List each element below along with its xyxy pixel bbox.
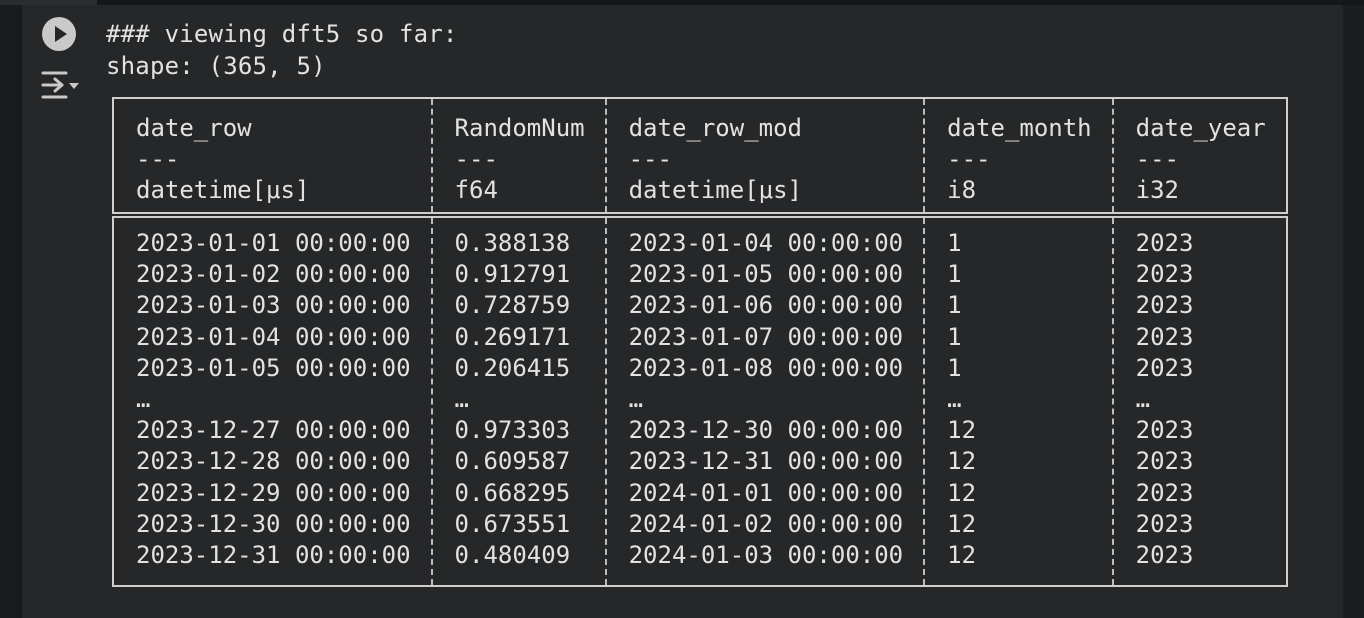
table-cell: 2023-12-28 00:00:00 bbox=[136, 447, 411, 476]
table-cell: 0.668295 bbox=[454, 478, 571, 507]
output-line: ### viewing dft5 so far: bbox=[106, 20, 458, 48]
column-header-name: date_row bbox=[136, 114, 252, 142]
table-body: 2023-01-01 00:00:00 2023-01-02 00:00:00 20… bbox=[113, 215, 1287, 587]
column-header-name: date_row_mod bbox=[628, 114, 802, 142]
table-cell: 1 bbox=[947, 229, 962, 257]
table-cell: 12 bbox=[947, 541, 977, 570]
table-cell: 2023-12-29 00:00:00 bbox=[136, 478, 411, 507]
table-cell: 2023-01-04 00:00:00 bbox=[628, 229, 904, 257]
table-cell: 2023-12-30 00:00:00 bbox=[136, 509, 411, 538]
table-cell: 0.609587 bbox=[454, 447, 571, 476]
table-cell: 0.269171 bbox=[454, 322, 571, 351]
table-cell: 2023 bbox=[1135, 416, 1194, 445]
table-cell: 2023-01-06 00:00:00 bbox=[628, 291, 904, 320]
table-cell: 2023-01-07 00:00:00 bbox=[628, 322, 904, 351]
column-header-sep: --- bbox=[947, 145, 991, 173]
run-cell-button[interactable] bbox=[42, 17, 76, 51]
column-header: date_row_mod --- datetime[μs] bbox=[604, 98, 925, 218]
column-header-dtype: i32 bbox=[1135, 176, 1179, 204]
column-header: date_month --- i8 bbox=[923, 98, 1113, 218]
table-cell: 2023-12-31 00:00:00 bbox=[628, 447, 904, 476]
column-values: 2023-01-04 00:00:00 2023-01-05 00:00:00 20… bbox=[604, 215, 925, 587]
table-cell: … bbox=[628, 385, 644, 414]
column-header-dtype: i8 bbox=[947, 176, 977, 204]
output-actions-icon[interactable] bbox=[40, 68, 82, 102]
table-cell: 2023 bbox=[1135, 260, 1194, 289]
table-cell: 1 bbox=[947, 353, 962, 382]
table-cell: 12 bbox=[947, 509, 977, 538]
column-header: date_row --- datetime[μs] bbox=[113, 98, 432, 218]
table-cell: … bbox=[454, 385, 469, 414]
table-cell: 0.206415 bbox=[454, 353, 571, 382]
column-header-name: date_year bbox=[1135, 114, 1266, 142]
table-cell: … bbox=[947, 385, 962, 414]
table-cell: 0.388138 bbox=[454, 229, 571, 257]
cell-output-text: ### viewing dft5 so far: shape: (365, 5) bbox=[106, 18, 458, 82]
table-cell: 2023-12-30 00:00:00 bbox=[628, 416, 904, 445]
table-cell: 12 bbox=[947, 447, 977, 476]
column-header-dtype: datetime[μs] bbox=[628, 176, 802, 204]
column-header-sep: --- bbox=[628, 145, 672, 173]
table-cell: 0.673551 bbox=[454, 509, 571, 538]
column-values: 2023-01-01 00:00:00 2023-01-02 00:00:00 20… bbox=[113, 215, 432, 586]
column-values: 2023 2023 2023 2023 2023… 2023 2023 2023 2023 202… bbox=[1111, 215, 1287, 587]
table-data-row: 2023-01-01 00:00:00 2023-01-02 00:00:00 20… bbox=[113, 215, 1287, 587]
table-cell: 2023 bbox=[1135, 541, 1194, 570]
table-cell: 2023-01-01 00:00:00 bbox=[136, 229, 411, 257]
table-cell: 0.480409 bbox=[454, 541, 571, 570]
table-cell: 1 bbox=[947, 260, 962, 289]
table-cell: 2023-01-04 00:00:00 bbox=[136, 322, 411, 351]
table-cell: 1 bbox=[947, 322, 962, 351]
column-header-sep: --- bbox=[454, 145, 498, 173]
table-cell: 2023 bbox=[1135, 447, 1194, 476]
table-cell: 2023 bbox=[1135, 229, 1194, 257]
right-rail bbox=[1343, 5, 1364, 618]
table-cell: 2024-01-02 00:00:00 bbox=[628, 509, 904, 538]
table-cell: 2023-12-31 00:00:00 bbox=[136, 541, 411, 570]
table-cell: 2023-12-27 00:00:00 bbox=[136, 416, 411, 445]
table-cell: 2023-01-08 00:00:00 bbox=[628, 353, 904, 382]
table-cell: 2023 bbox=[1135, 291, 1194, 320]
column-header-sep: --- bbox=[1135, 145, 1179, 173]
column-header: RandomNum --- f64 bbox=[430, 98, 606, 218]
table-cell: 12 bbox=[947, 478, 977, 507]
table-cell: 2023 bbox=[1135, 509, 1194, 538]
table-cell: 2023-01-03 00:00:00 bbox=[136, 291, 411, 320]
table-cell: 1 bbox=[947, 291, 962, 320]
dataframe-table: date_row --- datetime[μs] RandomNum --- f64 da… bbox=[112, 97, 1288, 588]
column-header-dtype: datetime[μs] bbox=[136, 176, 310, 204]
table-cell: … bbox=[136, 385, 151, 414]
table-cell: 2023-01-02 00:00:00 bbox=[136, 260, 411, 289]
column-header-sep: --- bbox=[136, 145, 180, 173]
column-header: date_year --- i32 bbox=[1111, 98, 1287, 218]
column-header-name: date_month bbox=[947, 114, 1092, 142]
table-cell: 0.973303 bbox=[454, 416, 571, 445]
table-cell: 2023-01-05 00:00:00 bbox=[136, 353, 411, 382]
table-cell: 2023 bbox=[1135, 322, 1194, 351]
table-cell: 12 bbox=[947, 416, 977, 445]
column-values: 1 1 1 1 1… 12 12 12 12 12 bbox=[923, 215, 1113, 587]
table-header-row: date_row --- datetime[μs] RandomNum --- f64 da… bbox=[113, 98, 1287, 218]
table-cell: 0.912791 bbox=[454, 260, 571, 289]
table-cell: 2023 bbox=[1135, 478, 1194, 507]
output-line: shape: (365, 5) bbox=[106, 52, 326, 80]
table-cell: 2023 bbox=[1135, 353, 1194, 382]
left-gutter bbox=[0, 5, 22, 618]
table-cell: … bbox=[1135, 385, 1151, 414]
table-cell: 2023-01-05 00:00:00 bbox=[628, 260, 904, 289]
column-header-name: RandomNum bbox=[454, 114, 585, 142]
table-cell: 2024-01-01 00:00:00 bbox=[628, 478, 904, 507]
table-cell: 0.728759 bbox=[454, 291, 571, 320]
table-cell: 2024-01-03 00:00:00 bbox=[628, 541, 904, 570]
column-values: 0.388138 0.912791 0.728759 0.269171 0.206415… bbox=[430, 215, 606, 587]
column-header-dtype: f64 bbox=[454, 176, 498, 204]
